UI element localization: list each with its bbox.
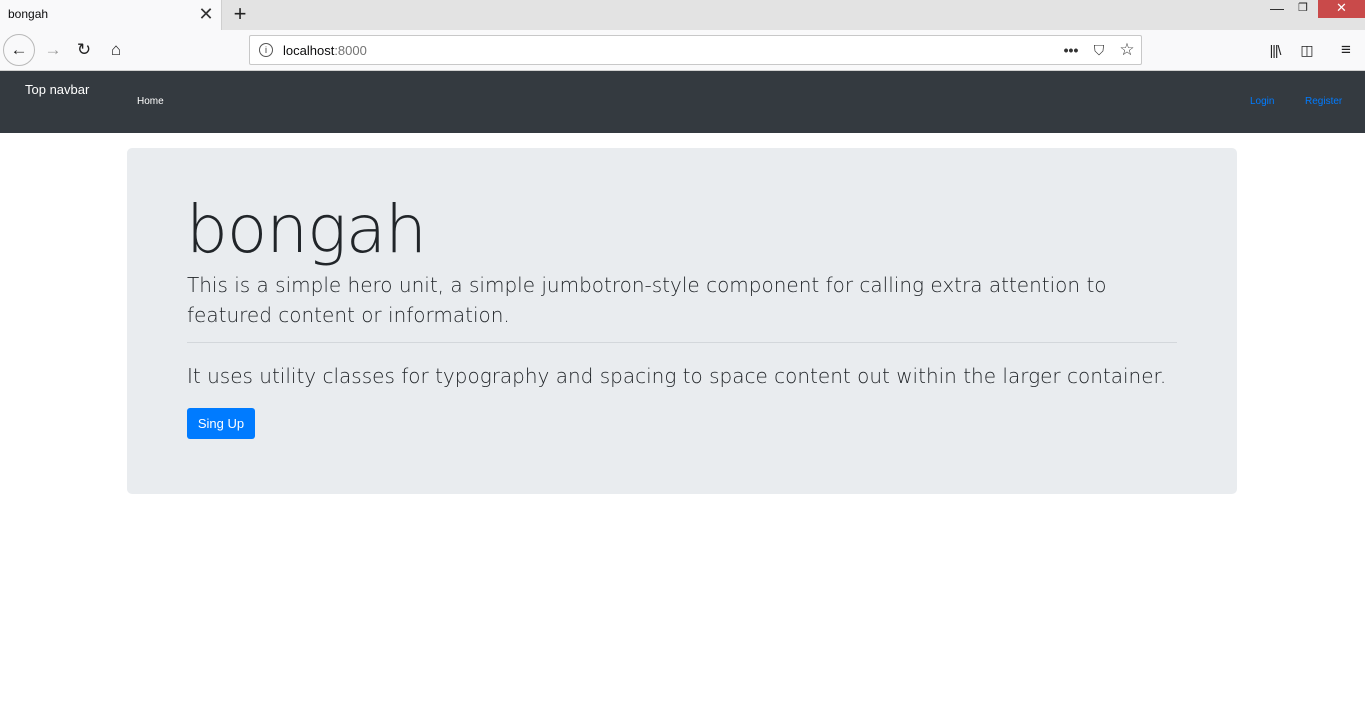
tab-strip: bongah ✕ + — ❐ ✕	[0, 0, 1365, 30]
minimize-icon[interactable]: —	[1264, 0, 1290, 18]
pocket-icon[interactable]: ⛉	[1089, 40, 1109, 60]
bookmark-star-icon[interactable]: ☆	[1117, 40, 1137, 60]
url-text[interactable]: localhost:8000	[283, 43, 367, 58]
nav-link-register[interactable]: Register	[1305, 96, 1342, 107]
hamburger-menu-icon[interactable]: ≡	[1336, 40, 1356, 60]
close-tab-icon[interactable]: ✕	[198, 4, 214, 24]
browser-toolbar: ← → ↻ ⌂ i localhost:8000 ••• ⛉ ☆ |||\ ◫ …	[0, 30, 1365, 71]
lead-text: This is a simple hero unit, a simple jum…	[187, 273, 1107, 327]
address-bar[interactable]: i localhost:8000 ••• ⛉ ☆	[249, 35, 1142, 65]
sidebar-icon[interactable]: ◫	[1297, 40, 1317, 60]
restore-icon[interactable]: ❐	[1291, 0, 1315, 18]
home-icon[interactable]: ⌂	[101, 35, 131, 65]
nav-link-login[interactable]: Login	[1250, 96, 1274, 107]
sign-up-button[interactable]: Sing Up	[187, 408, 255, 439]
body-text: It uses utility classes for typography a…	[187, 364, 1167, 388]
back-arrow-icon[interactable]: ←	[3, 34, 35, 66]
page-title: bongah	[186, 191, 427, 268]
new-tab-button[interactable]: +	[230, 2, 250, 26]
site-navbar: Top navbar Home Login Register	[0, 71, 1365, 133]
window-close-icon[interactable]: ✕	[1318, 0, 1365, 18]
tab-title: bongah	[8, 7, 49, 21]
nav-link-home[interactable]: Home	[137, 96, 164, 107]
forward-arrow-icon[interactable]: →	[38, 35, 68, 65]
divider	[187, 342, 1177, 343]
page-actions-icon[interactable]: •••	[1060, 40, 1082, 60]
site-info-icon[interactable]: i	[259, 43, 273, 57]
url-port: :8000	[334, 43, 367, 58]
navbar-brand[interactable]: Top navbar	[25, 82, 89, 97]
browser-tab-active[interactable]: bongah ✕	[0, 0, 222, 30]
reload-icon[interactable]: ↻	[69, 35, 99, 65]
library-icon[interactable]: |||\	[1265, 40, 1285, 60]
url-host: localhost	[283, 43, 335, 58]
jumbotron: bongah This is a simple hero unit, a sim…	[127, 148, 1237, 494]
